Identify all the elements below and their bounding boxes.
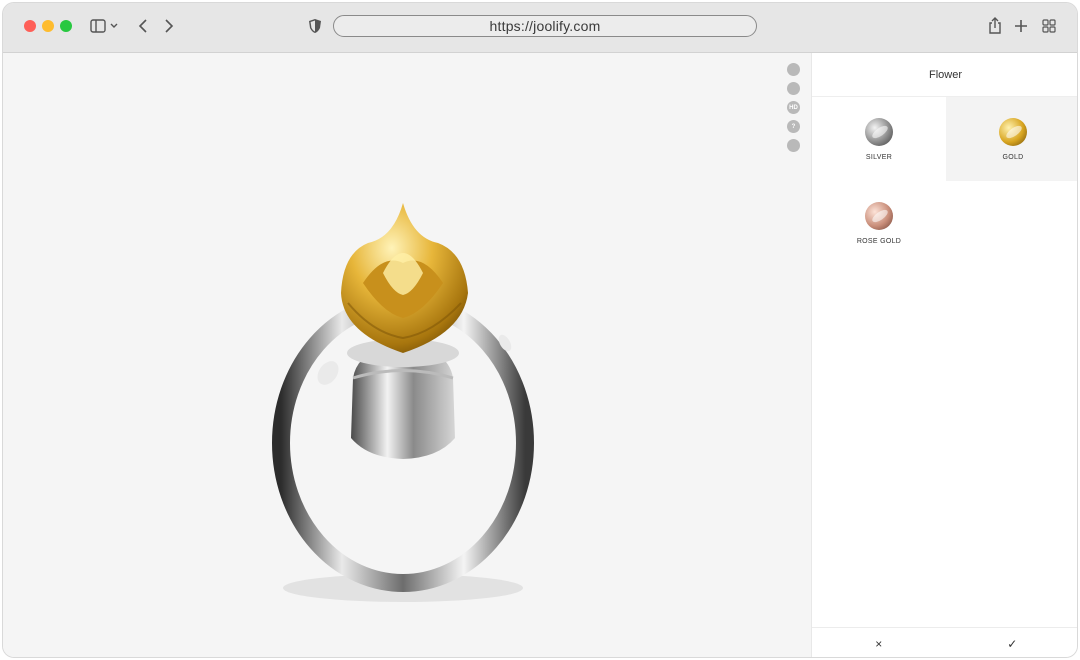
customization-panel: Flower SILVER GOLD ROSE GOLD × ✓ bbox=[811, 53, 1078, 657]
plus-icon bbox=[1015, 20, 1027, 32]
option-label: SILVER bbox=[865, 153, 893, 161]
forward-button[interactable] bbox=[159, 16, 179, 36]
privacy-report-button[interactable] bbox=[305, 16, 325, 36]
sidebar-toggle-button[interactable] bbox=[89, 16, 123, 36]
rose-gold-swatch-icon bbox=[865, 201, 893, 230]
hd-icon[interactable]: HD bbox=[787, 101, 800, 114]
chevron-right-icon bbox=[165, 19, 174, 33]
option-gold[interactable]: GOLD bbox=[946, 97, 1077, 181]
option-label: ROSE GOLD bbox=[856, 237, 902, 245]
browser-window: https://joolify.com HD ? Flower SILVER G… bbox=[2, 2, 1078, 658]
browser-toolbar: https://joolify.com bbox=[3, 3, 1077, 53]
shield-icon bbox=[309, 19, 321, 33]
cancel-button[interactable]: × bbox=[812, 628, 946, 657]
metal-options: SILVER GOLD ROSE GOLD bbox=[812, 97, 1077, 265]
minimize-window-button[interactable] bbox=[42, 20, 54, 32]
close-window-button[interactable] bbox=[24, 20, 36, 32]
ring-model-image[interactable] bbox=[243, 143, 563, 623]
viewer-toolbar: HD ? bbox=[787, 63, 801, 158]
image-icon[interactable] bbox=[787, 63, 800, 76]
option-label: GOLD bbox=[1002, 153, 1024, 161]
new-tab-button[interactable] bbox=[1011, 16, 1031, 36]
panel-title: Flower bbox=[812, 53, 1077, 97]
eye-icon[interactable] bbox=[787, 139, 800, 152]
share-icon bbox=[989, 17, 1001, 34]
option-rose-gold[interactable]: ROSE GOLD bbox=[812, 181, 946, 265]
grid-icon bbox=[1042, 19, 1056, 33]
back-button[interactable] bbox=[133, 16, 153, 36]
panel-footer: × ✓ bbox=[812, 627, 1078, 657]
tab-overview-button[interactable] bbox=[1039, 16, 1059, 36]
sidebar-icon bbox=[90, 19, 118, 33]
zoom-window-button[interactable] bbox=[60, 20, 72, 32]
chevron-left-icon bbox=[138, 19, 147, 33]
confirm-button[interactable]: ✓ bbox=[946, 628, 1078, 657]
url-bar[interactable]: https://joolify.com bbox=[333, 15, 757, 37]
hd-tool-label: HD bbox=[789, 104, 798, 111]
share-icon[interactable] bbox=[787, 82, 800, 95]
silver-swatch-icon bbox=[865, 117, 893, 146]
gold-swatch-icon bbox=[999, 117, 1027, 146]
share-button[interactable] bbox=[985, 16, 1005, 36]
ring-3d-viewer[interactable]: HD ? bbox=[3, 53, 811, 657]
url-text: https://joolify.com bbox=[489, 18, 601, 34]
help-tool-label: ? bbox=[791, 123, 796, 130]
help-icon[interactable]: ? bbox=[787, 120, 800, 133]
option-silver[interactable]: SILVER bbox=[812, 97, 946, 181]
